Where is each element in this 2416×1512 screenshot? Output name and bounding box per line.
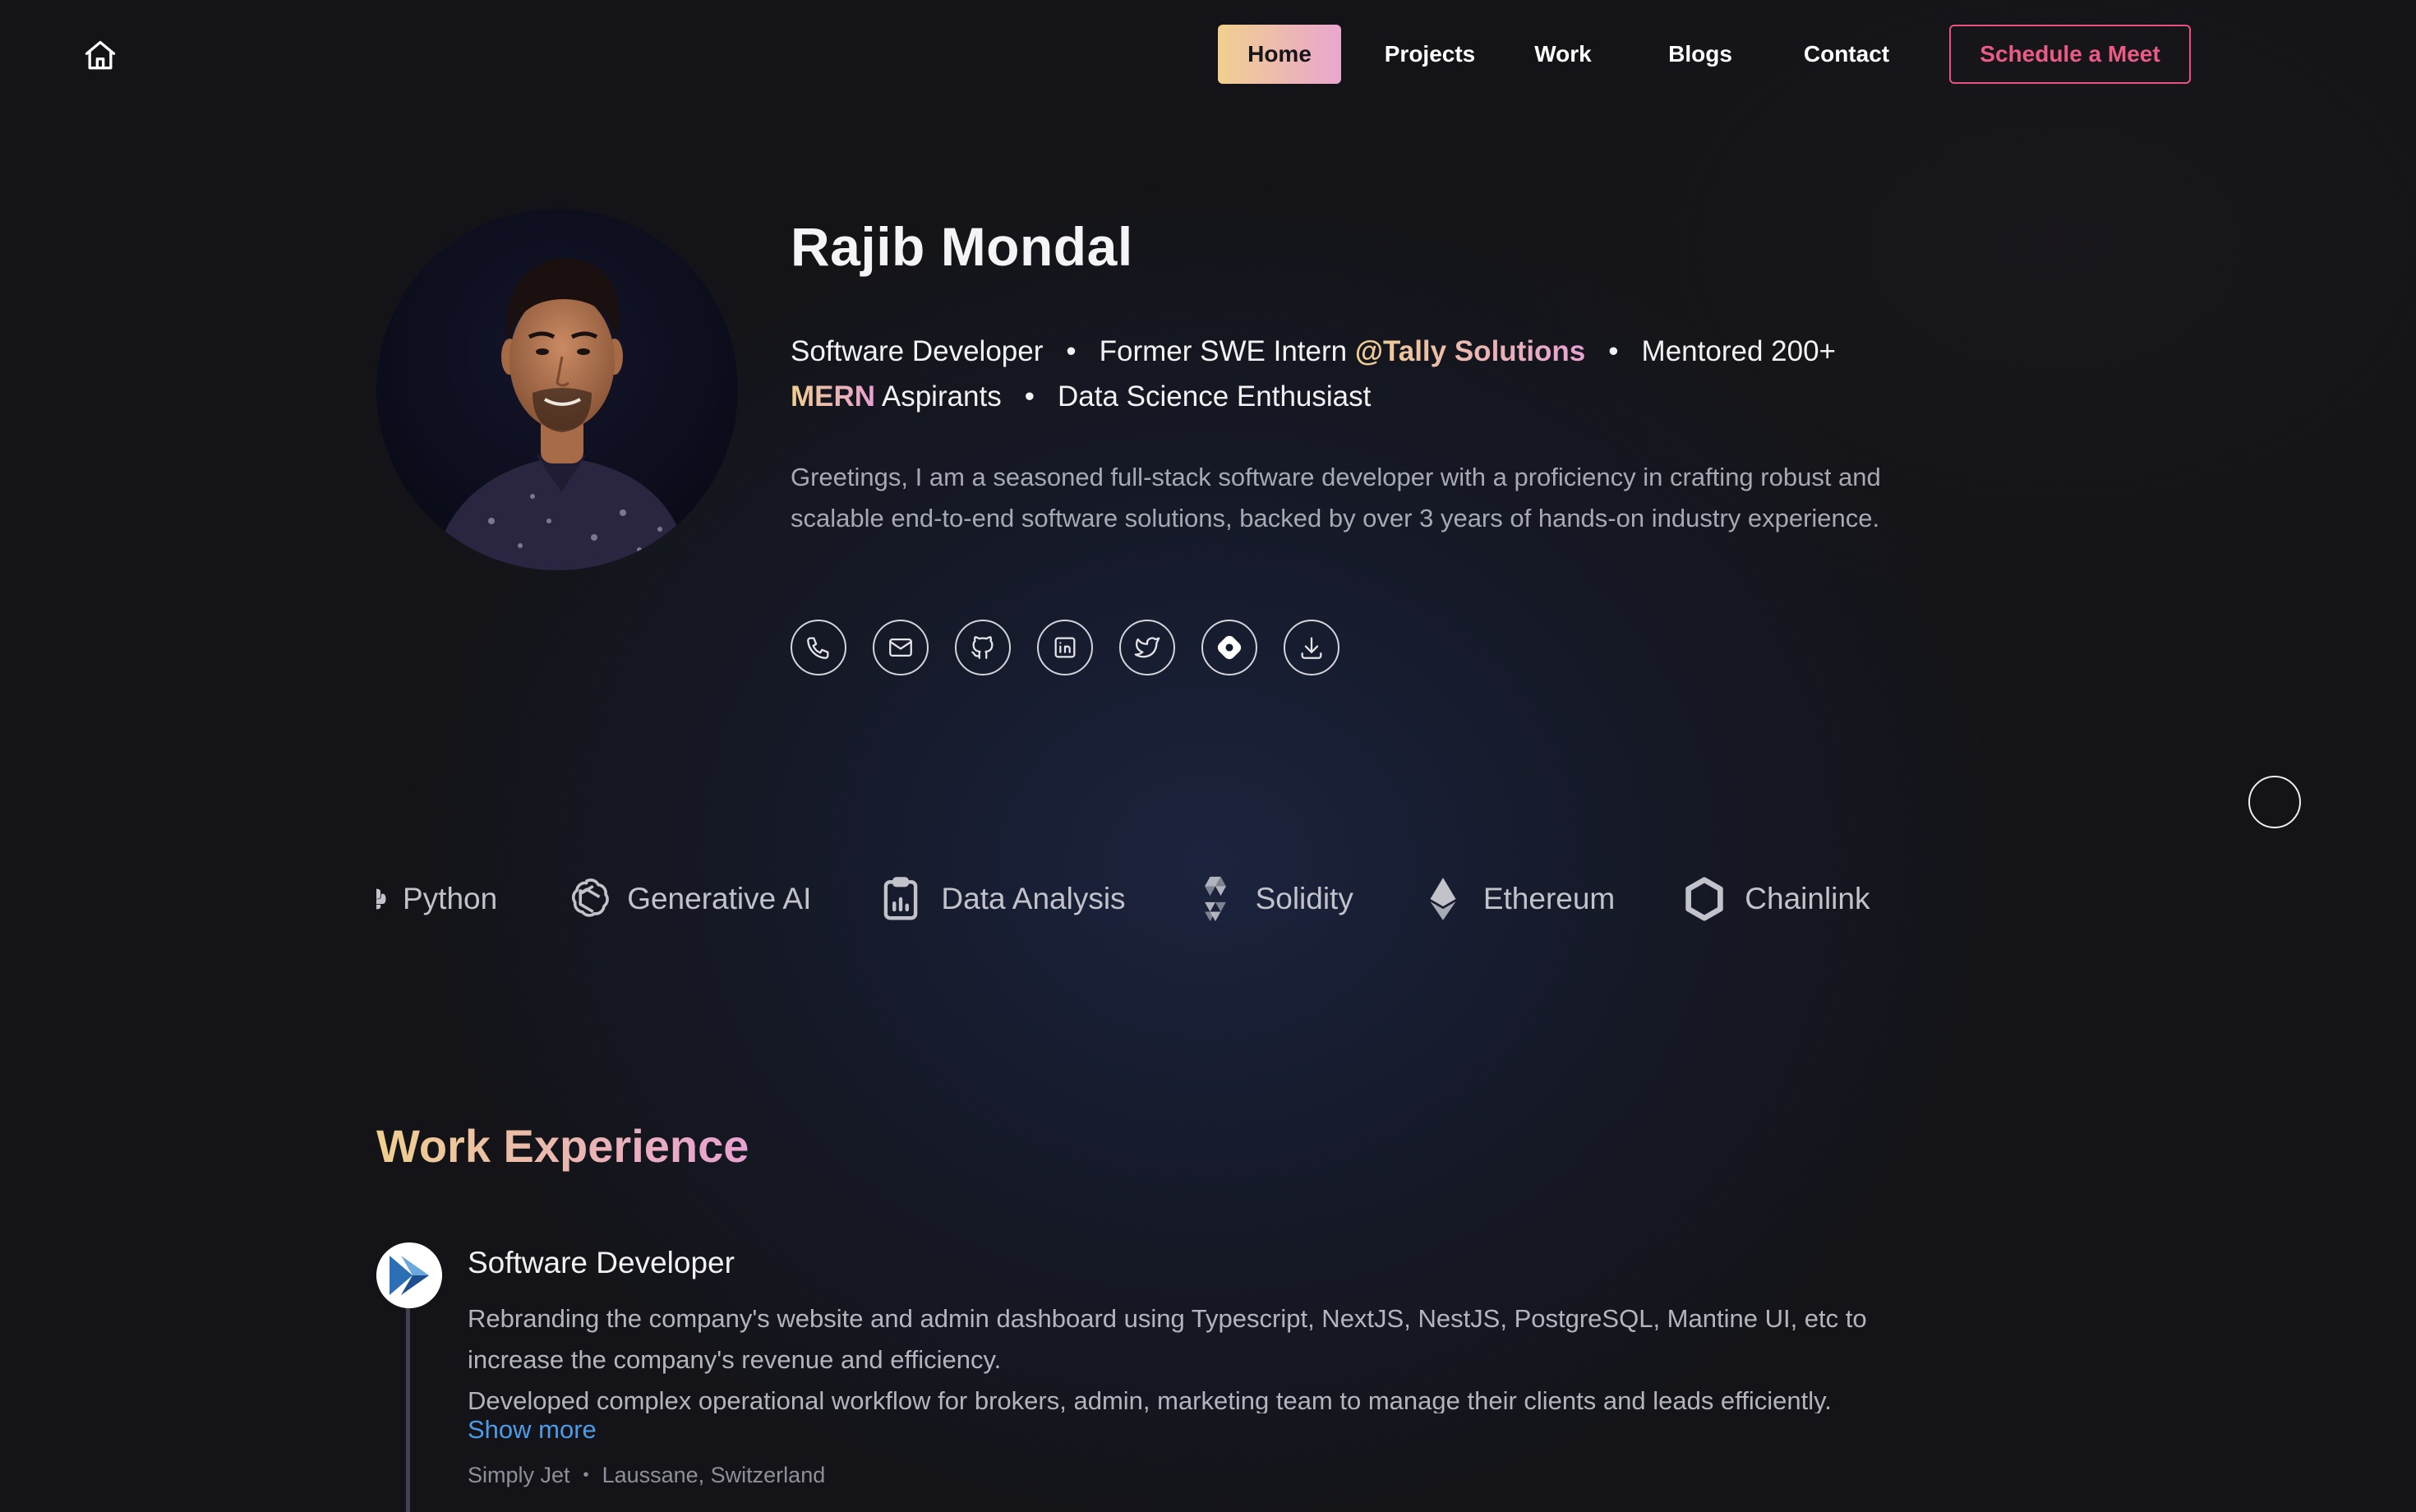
work-experience-heading: Work Experience bbox=[376, 1120, 749, 1172]
job-title: Software Developer bbox=[468, 1246, 735, 1279]
tagline-role: Software Developer bbox=[791, 335, 1044, 367]
profile-avatar bbox=[376, 209, 738, 570]
solidity-icon bbox=[1190, 874, 1241, 924]
skill-label: Generative AI bbox=[627, 882, 812, 915]
schedule-meet-button[interactable]: Schedule a Meet bbox=[1949, 25, 2191, 84]
tagline-mentored: Mentored 200+ bbox=[1641, 335, 1836, 367]
show-more-link[interactable]: Show more bbox=[468, 1415, 597, 1445]
skill-label: Solidity bbox=[1255, 882, 1353, 915]
skill-label: Python bbox=[403, 882, 498, 915]
tagline-separator: • bbox=[1024, 380, 1035, 413]
skill-label: Ethereum bbox=[1482, 882, 1616, 915]
timeline-line bbox=[406, 1308, 410, 1512]
hero-name: Rajib Mondal bbox=[791, 216, 1133, 277]
tagline-separator: • bbox=[1066, 335, 1077, 367]
company-logo bbox=[376, 1242, 442, 1308]
nav-projects[interactable]: Projects bbox=[1361, 25, 1499, 84]
phone-icon[interactable] bbox=[791, 620, 846, 675]
tagline-aspirants: Aspirants bbox=[875, 380, 1002, 413]
skill-label: Chainlink bbox=[1745, 882, 1870, 915]
skill-item: Solidity bbox=[1190, 874, 1353, 924]
job-meta: Simply Jet • Laussane, Switzerland bbox=[468, 1463, 825, 1488]
ethereum-icon bbox=[1418, 874, 1469, 924]
hero-tagline: Software Developer • Former SWE Intern @Ta… bbox=[791, 329, 1892, 419]
linkedin-icon[interactable] bbox=[1037, 620, 1093, 675]
nav-work[interactable]: Work bbox=[1514, 25, 1612, 84]
skill-item: Python bbox=[376, 874, 497, 924]
github-icon[interactable] bbox=[955, 620, 1011, 675]
nav-home[interactable]: Home bbox=[1218, 25, 1341, 84]
main-nav: Home Projects Work Blogs Contact Schedul… bbox=[1218, 25, 2191, 84]
nav-blogs[interactable]: Blogs bbox=[1647, 25, 1754, 84]
tagline-enthusiast: Data Science Enthusiast bbox=[1058, 380, 1372, 413]
skill-item: Data Analysis bbox=[875, 874, 1126, 924]
tagline-company-highlight: @Tally Solutions bbox=[1354, 335, 1586, 367]
custom-cursor-ring bbox=[2248, 776, 2301, 828]
hero-bio: Greetings, I am a seasoned full-stack so… bbox=[791, 463, 1881, 532]
mail-icon[interactable] bbox=[873, 620, 929, 675]
download-icon[interactable] bbox=[1284, 620, 1339, 675]
tagline-separator: • bbox=[1608, 335, 1619, 367]
social-links bbox=[791, 620, 1366, 675]
openai-icon bbox=[561, 874, 612, 924]
twitter-icon[interactable] bbox=[1119, 620, 1175, 675]
nav-contact[interactable]: Contact bbox=[1785, 25, 1908, 84]
chainlink-icon bbox=[1679, 874, 1730, 924]
tagline-intern: Former SWE Intern bbox=[1099, 335, 1355, 367]
skill-item: Ethereum bbox=[1418, 874, 1615, 924]
skill-item: Generative AI bbox=[561, 874, 811, 924]
company-name: Simply Jet bbox=[468, 1463, 570, 1487]
job-location: Laussane, Switzerland bbox=[602, 1463, 826, 1487]
skills-marquee: Python Generative AI Data Analysis Solid… bbox=[376, 866, 1905, 932]
skill-item: Chainlink bbox=[1679, 874, 1870, 924]
hashnode-icon[interactable] bbox=[1201, 620, 1257, 675]
job-description: Rebranding the company's website and adm… bbox=[468, 1298, 1897, 1413]
tagline-mern-highlight: MERN bbox=[791, 380, 876, 413]
skill-label: Data Analysis bbox=[941, 882, 1126, 915]
job-desc-line: Developed complex operational workflow f… bbox=[468, 1386, 1832, 1413]
meta-separator: • bbox=[583, 1466, 589, 1484]
home-icon[interactable] bbox=[81, 36, 120, 76]
job-desc-line: Rebranding the company's website and adm… bbox=[468, 1304, 1867, 1374]
clipboard-chart-icon bbox=[875, 874, 926, 924]
python-icon bbox=[376, 874, 388, 924]
